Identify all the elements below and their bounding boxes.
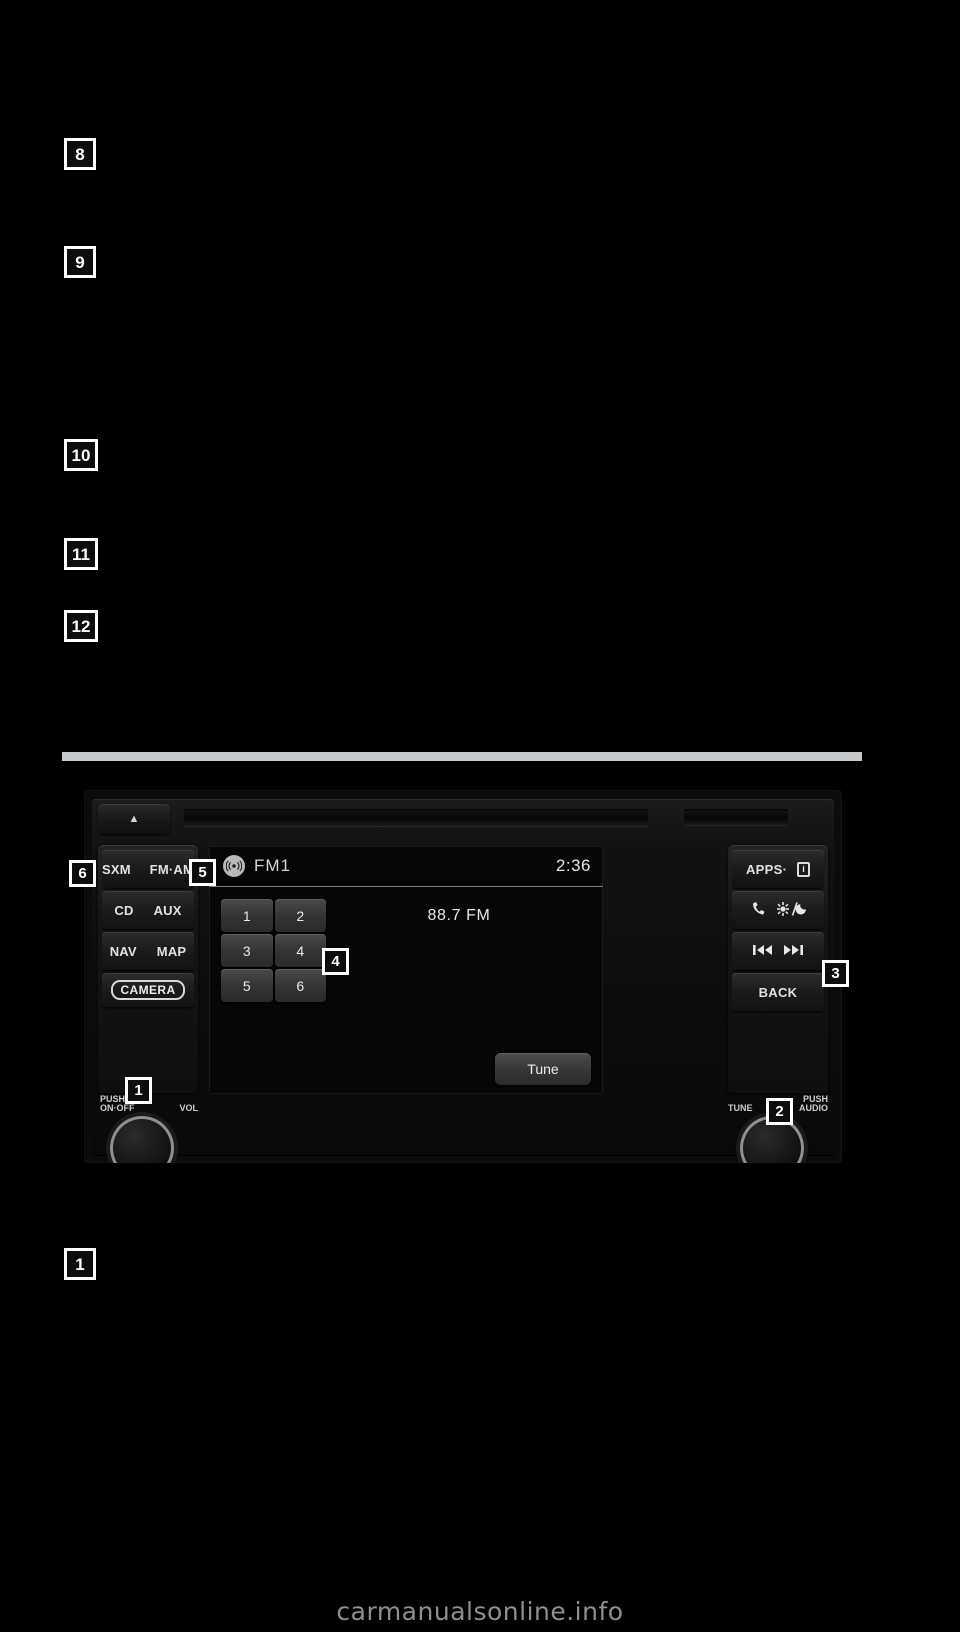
clock-display: 2:36 — [555, 856, 591, 875]
right-button-column: APPS· i BACK — [728, 845, 828, 1093]
fm-am-label: FM·AM — [149, 861, 194, 877]
eject-icon: ▲ — [128, 812, 140, 825]
audio-source-mode: FM1 — [254, 856, 291, 875]
preset-button-4[interactable]: 4 — [274, 934, 326, 967]
section-divider — [62, 752, 862, 761]
text-callout-12: 12 — [64, 610, 98, 642]
screen-header: FM1 2:36 — [209, 846, 603, 887]
tune-label: TUNE — [728, 1103, 753, 1114]
radio-waves-icon — [223, 855, 245, 877]
track-seek-button[interactable] — [732, 932, 824, 970]
preset-button-5[interactable]: 5 — [221, 969, 273, 1002]
text-callout-11: 11 — [64, 538, 98, 570]
head-unit-top-strip: ▲ — [98, 804, 830, 838]
tune-button[interactable]: Tune — [495, 1053, 591, 1085]
vol-label: VOL — [179, 1103, 198, 1114]
brightness-day-night-icon — [776, 901, 807, 919]
text-callout-1: 1 — [64, 1248, 96, 1280]
text-callout-9: 9 — [64, 246, 96, 278]
phone-brightness-button[interactable] — [732, 891, 824, 929]
camera-button[interactable]: CAMERA — [102, 973, 194, 1007]
aux-label: AUX — [153, 902, 182, 918]
volume-knob-group: PUSH ON·OFF VOL — [98, 1094, 202, 1163]
eject-button[interactable]: ▲ — [98, 804, 170, 834]
skip-previous-icon — [753, 944, 773, 959]
site-watermark: carmanualsonline.info — [336, 1597, 624, 1626]
apps-label: APPS· — [745, 861, 788, 877]
cd-label: CD — [114, 902, 134, 918]
manual-page: 8 9 10 11 12 ▲ SXM FM·AM CD AUX NAV MAP … — [0, 0, 960, 1632]
figure-callout-6: 6 — [69, 860, 96, 887]
push-audio-label: PUSH AUDIO — [799, 1094, 828, 1114]
nav-label: NAV — [109, 943, 137, 959]
preset-button-grid: 1 2 3 4 5 6 — [221, 899, 326, 1002]
cd-aux-button[interactable]: CD AUX — [102, 891, 194, 929]
preset-button-6[interactable]: 6 — [274, 969, 326, 1002]
volume-knob[interactable] — [110, 1115, 174, 1163]
figure-callout-5: 5 — [189, 859, 216, 886]
cd-slot[interactable] — [184, 809, 648, 826]
sxm-fm-am-button[interactable]: SXM FM·AM — [102, 850, 194, 888]
screen-body: 1 2 3 4 5 6 88.7 FM Tune — [209, 887, 603, 1094]
apps-info-button[interactable]: APPS· i — [732, 850, 824, 888]
preset-button-1[interactable]: 1 — [221, 899, 273, 932]
text-callout-8: 8 — [64, 138, 96, 170]
audio-head-unit-figure: ▲ SXM FM·AM CD AUX NAV MAP CAMERA PUSH O… — [84, 790, 842, 1163]
text-callout-10: 10 — [64, 439, 98, 471]
phone-icon — [750, 901, 767, 919]
figure-callout-1: 1 — [125, 1077, 152, 1104]
nav-map-button[interactable]: NAV MAP — [102, 932, 194, 970]
audio-label: AUDIO — [799, 1103, 828, 1114]
info-icon: i — [797, 861, 811, 877]
camera-label: CAMERA — [111, 980, 185, 1000]
left-button-column: SXM FM·AM CD AUX NAV MAP CAMERA — [98, 845, 198, 1093]
figure-callout-4: 4 — [322, 948, 349, 975]
figure-callout-2: 2 — [766, 1098, 793, 1125]
frequency-display: 88.7 FM — [427, 907, 491, 924]
aux-slot[interactable] — [684, 809, 788, 825]
display-screen[interactable]: FM1 2:36 1 2 3 4 5 6 88.7 FM Tune — [209, 846, 603, 1094]
back-label: BACK — [758, 984, 798, 1000]
preset-button-2[interactable]: 2 — [274, 899, 326, 932]
preset-button-3[interactable]: 3 — [221, 934, 273, 967]
back-button[interactable]: BACK — [732, 973, 824, 1011]
map-label: MAP — [156, 943, 187, 959]
on-off-label: ON·OFF — [100, 1103, 135, 1114]
sxm-label: SXM — [102, 861, 131, 877]
figure-callout-3: 3 — [822, 960, 849, 987]
skip-next-icon — [783, 944, 803, 959]
